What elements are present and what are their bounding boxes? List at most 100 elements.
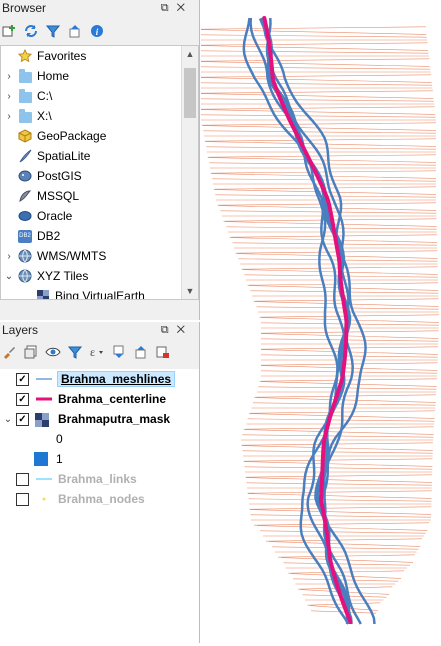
collapse-all-button[interactable] — [66, 22, 84, 40]
meshline — [244, 426, 434, 430]
browser-item-geopackage[interactable]: GeoPackage — [1, 126, 198, 146]
layer-checkbox[interactable]: ✓ — [16, 392, 29, 406]
meshline — [268, 541, 421, 547]
layer-checkbox[interactable] — [16, 492, 29, 506]
visibility-eye-button[interactable] — [44, 343, 62, 361]
legend-swatch-blue — [34, 452, 48, 466]
meshline — [200, 29, 427, 35]
browser-item-label: X:\ — [37, 109, 52, 123]
meshline — [211, 173, 437, 179]
browser-toolbar: i — [0, 17, 199, 45]
meshline — [288, 570, 405, 574]
browser-item-wms-wmts[interactable]: › WMS/WMTS — [1, 246, 198, 266]
browser-item-postgis[interactable]: PostGIS — [1, 166, 198, 186]
meshline — [290, 573, 402, 579]
browser-item-c-drive[interactable]: › C:\ — [1, 86, 198, 106]
meshline — [249, 506, 432, 510]
layer-label[interactable]: Brahmaputra_mask — [58, 412, 170, 426]
browser-item-favorites[interactable]: Favorites — [1, 46, 198, 66]
add-layer-button[interactable] — [0, 22, 18, 40]
geopackage-icon — [17, 128, 33, 144]
expand-arrow-icon[interactable]: › — [1, 71, 17, 82]
meshline — [200, 106, 435, 110]
layer-row-nodes[interactable]: Brahma_nodes — [0, 489, 199, 509]
layer-row-mask[interactable]: ⌄ ✓ Brahmaputra_mask — [0, 409, 199, 429]
tiles-icon — [35, 288, 51, 299]
expand-arrow-icon[interactable]: › — [1, 251, 17, 262]
expand-all-button[interactable] — [110, 343, 128, 361]
globe-icon — [17, 268, 33, 284]
layer-label[interactable]: Brahma_nodes — [58, 492, 145, 506]
layer-row-meshlines[interactable]: ✓ Brahma_meshlines — [0, 369, 199, 389]
browser-item-xyz-tiles[interactable]: ⌄ XYZ Tiles — [1, 266, 198, 286]
close-icon[interactable]: ✕ — [177, 324, 193, 336]
browser-item-bing-virtualearth[interactable]: Bing VirtualEarth — [1, 286, 198, 299]
browser-title-bar: Browser ⧉✕ — [0, 0, 199, 17]
layer-label[interactable]: Brahma_meshlines — [56, 371, 176, 387]
float-icon[interactable]: ⧉ — [161, 324, 177, 336]
map-canvas[interactable] — [200, 0, 441, 643]
browser-item-db2[interactable]: DB2 DB2 — [1, 226, 198, 246]
meshline — [200, 26, 427, 30]
meshline — [271, 546, 419, 550]
browser-scrollbar[interactable]: ▲ ▼ — [181, 46, 198, 299]
folder-icon — [17, 88, 33, 104]
collapse-arrow-icon[interactable]: ⌄ — [1, 271, 17, 282]
float-icon[interactable]: ⧉ — [161, 2, 177, 14]
layers-title: Layers — [2, 323, 39, 337]
meshline — [265, 538, 423, 542]
meshline — [200, 74, 432, 78]
scroll-down-icon[interactable]: ▼ — [182, 283, 198, 299]
expand-arrow-icon[interactable]: › — [1, 111, 17, 122]
meshlines-layer — [200, 26, 440, 614]
meshline — [260, 330, 439, 334]
scroll-up-icon[interactable]: ▲ — [182, 46, 198, 62]
layer-row-links[interactable]: Brahma_links — [0, 469, 199, 489]
browser-item-label: C:\ — [37, 89, 53, 103]
layer-checkbox[interactable]: ✓ — [16, 372, 29, 386]
browser-item-label: Oracle — [37, 209, 73, 223]
spatialite-icon — [17, 148, 33, 164]
meshline — [260, 370, 438, 374]
meshline — [200, 109, 436, 115]
meshline — [260, 365, 438, 371]
layer-label[interactable]: Brahma_centerline — [58, 392, 166, 406]
meshline — [249, 509, 432, 515]
meshline — [250, 290, 439, 294]
meshline — [247, 493, 432, 499]
filter-expression-button[interactable]: ε — [88, 343, 106, 361]
browser-item-home[interactable]: › Home — [1, 66, 198, 86]
browser-dock-controls: ⧉✕ — [161, 0, 193, 17]
close-icon[interactable]: ✕ — [177, 2, 193, 14]
legend-swatch-white — [34, 432, 48, 446]
layer-label[interactable]: Brahma_links — [58, 472, 137, 486]
filter-button[interactable] — [44, 22, 62, 40]
expand-arrow-icon[interactable]: › — [1, 91, 17, 102]
info-button[interactable]: i — [88, 22, 106, 40]
meshline — [210, 170, 437, 174]
meshline — [260, 378, 438, 382]
collapse-arrow-icon[interactable]: ⌄ — [0, 414, 16, 425]
browser-item-mssql[interactable]: MSSQL — [1, 186, 198, 206]
refresh-button[interactable] — [22, 22, 40, 40]
scrollbar-thumb[interactable] — [184, 68, 196, 118]
layer-row-centerline[interactable]: ✓ Brahma_centerline — [0, 389, 199, 409]
add-group-button[interactable] — [22, 343, 40, 361]
layer-checkbox[interactable] — [16, 472, 29, 486]
meshline — [242, 450, 433, 454]
browser-item-spatialite[interactable]: SpatiaLite — [1, 146, 198, 166]
filter-legend-button[interactable] — [66, 343, 84, 361]
remove-layer-button[interactable] — [154, 343, 172, 361]
collapse-all-button[interactable] — [132, 343, 150, 361]
browser-item-x-drive[interactable]: › X:\ — [1, 106, 198, 126]
meshline — [248, 498, 432, 502]
meshline — [310, 610, 377, 614]
layer-checkbox[interactable]: ✓ — [16, 412, 29, 426]
meshline — [247, 418, 435, 422]
line-symbol-icon — [35, 473, 53, 485]
river-map[interactable] — [200, 0, 441, 643]
style-brush-button[interactable] — [0, 343, 18, 361]
browser-item-oracle[interactable]: Oracle — [1, 206, 198, 226]
meshline — [200, 42, 428, 46]
meshline — [260, 354, 438, 358]
